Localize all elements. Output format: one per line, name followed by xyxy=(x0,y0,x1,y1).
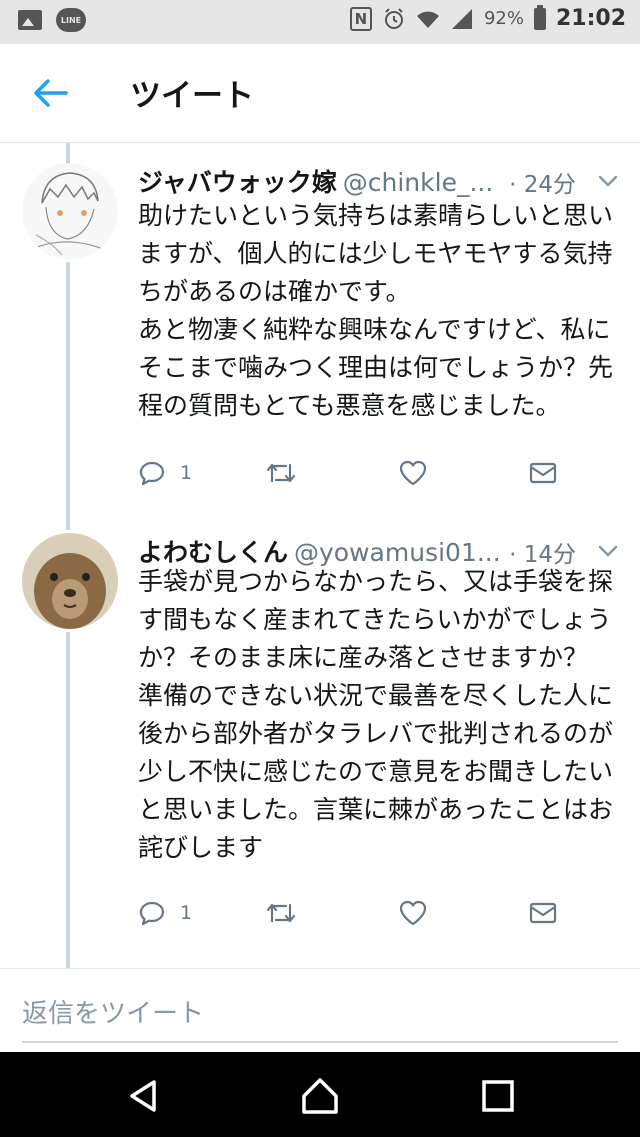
like-button[interactable] xyxy=(398,899,428,927)
reply-count: 1 xyxy=(180,462,193,484)
reply-count: 1 xyxy=(180,902,193,924)
line-notification-icon: LINE xyxy=(56,8,86,32)
retweet-button[interactable] xyxy=(264,899,298,927)
battery-percentage: 92% xyxy=(483,8,524,29)
reply-input-underline xyxy=(22,1041,618,1043)
tweet-actions: 1 xyxy=(138,899,618,933)
reply-icon xyxy=(139,901,165,926)
retweet-icon xyxy=(266,903,296,923)
direct-message-button[interactable] xyxy=(528,459,558,487)
avatar-illustration xyxy=(22,163,118,259)
timestamp: · 24分 xyxy=(509,172,576,198)
battery-icon xyxy=(533,4,546,30)
back-triangle-icon[interactable] xyxy=(122,1074,166,1118)
signal-icon xyxy=(451,8,472,29)
avatar-photo xyxy=(22,533,118,629)
tweet[interactable]: ジャバウォック嫁 @chinkle_... · 24分 助けたいという気持ちは素晴… xyxy=(0,163,640,519)
envelope-icon xyxy=(529,902,557,924)
page-title: ツイート xyxy=(130,78,254,114)
nfc-icon: N xyxy=(349,6,372,31)
retweet-icon xyxy=(266,463,296,483)
tweet-actions: 1 xyxy=(138,459,618,493)
recent-apps-icon[interactable] xyxy=(476,1074,520,1118)
tweet-header: ジャバウォック嫁 @chinkle_... · 24分 xyxy=(138,163,628,199)
avatar[interactable] xyxy=(22,163,118,259)
reply-input[interactable]: 返信をツイート xyxy=(22,993,204,1030)
chevron-down-icon[interactable] xyxy=(596,169,620,193)
app-header: ツイート xyxy=(0,44,640,143)
thread-line xyxy=(66,143,70,165)
username[interactable]: @chinkle_... xyxy=(343,168,494,197)
wifi-icon xyxy=(416,11,439,28)
tweet[interactable]: よわむしくん @yowamusi01... · 14分 手袋が見つからなかったら、… xyxy=(0,533,640,953)
direct-message-button[interactable] xyxy=(528,899,558,927)
chevron-down-icon[interactable] xyxy=(596,539,620,563)
envelope-icon xyxy=(529,462,557,484)
reply-button[interactable]: 1 xyxy=(138,899,192,927)
home-icon[interactable] xyxy=(298,1074,342,1118)
reply-composer: 返信をツイート xyxy=(0,968,640,1053)
avatar[interactable] xyxy=(22,533,118,629)
tweet-text: 手袋が見つからなかったら、又は手袋を探す間もなく産まれてきたらいかがでしょうか？… xyxy=(138,567,614,862)
back-arrow-icon[interactable] xyxy=(30,76,70,110)
clock: 21:02 xyxy=(555,6,626,31)
gallery-notification-icon xyxy=(18,10,42,30)
heart-icon xyxy=(399,900,427,926)
line-icon-label: LINE xyxy=(60,15,82,25)
display-name[interactable]: ジャバウォック嫁 xyxy=(138,168,337,197)
tweet-text: 助けたいという気持ちは素晴らしいと思いますが、個人的には少しモヤモヤする気持ちが… xyxy=(138,201,614,420)
reply-icon xyxy=(139,461,165,486)
alarm-icon xyxy=(384,7,403,29)
retweet-button[interactable] xyxy=(264,459,298,487)
status-bar: LINE N 92% 21:02 xyxy=(0,0,640,44)
like-button[interactable] xyxy=(398,459,428,487)
heart-icon xyxy=(399,460,427,486)
system-navigation-bar xyxy=(0,1052,640,1137)
reply-button[interactable]: 1 xyxy=(138,459,192,487)
